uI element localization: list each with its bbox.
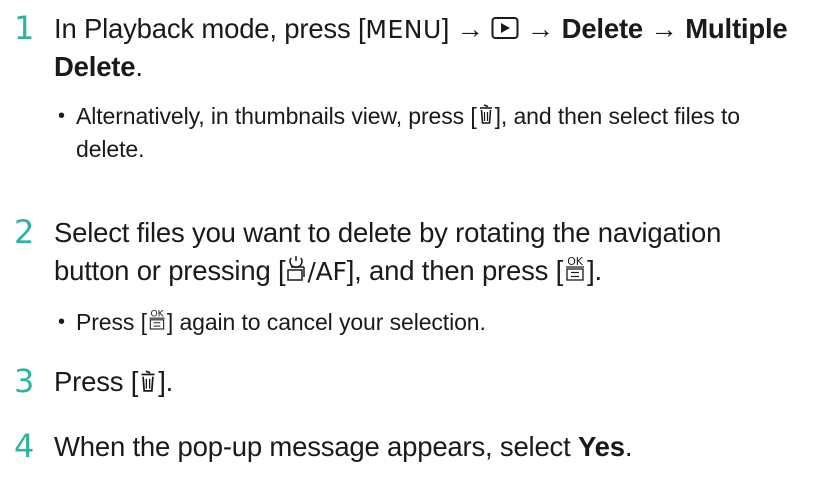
ok-fn-icon: OK (147, 307, 167, 340)
svg-text:OK: OK (567, 255, 583, 268)
bullet: • (58, 311, 65, 333)
step-3-line: Press []. (54, 363, 824, 403)
step-1-note: • Alternatively, in thumbnails view, pre… (58, 100, 816, 134)
step-number: 3 (14, 362, 35, 400)
step-2-line-2: button or pressing [/AF], and then press… (54, 252, 824, 293)
af-label: /AF (307, 257, 347, 286)
bullet: • (58, 105, 65, 127)
step-number: 1 (14, 9, 35, 47)
step-number: 2 (14, 213, 35, 251)
step-1-line-2: Delete. (54, 51, 143, 82)
trash-icon (477, 101, 495, 134)
timer-drive-icon (285, 253, 307, 293)
playback-icon (491, 12, 519, 50)
menu-button-label: MENU (365, 15, 442, 44)
step-1-line-1: In Playback mode, press [MENU] → → Delet… (54, 10, 824, 50)
step-2-note: • Press [OK] again to cancel your select… (58, 306, 816, 340)
step-2-line-1: Select files you want to delete by rotat… (54, 217, 722, 248)
step-4-line: When the pop-up message appears, select … (54, 431, 633, 462)
step-number: 4 (14, 427, 35, 465)
ok-fn-icon: OK (563, 254, 587, 292)
step-1-note-line-2: delete. (76, 136, 145, 162)
trash-icon (138, 365, 158, 403)
